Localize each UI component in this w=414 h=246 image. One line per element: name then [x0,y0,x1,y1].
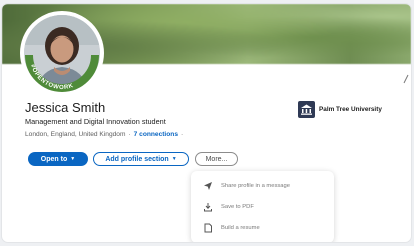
open-to-button[interactable]: Open to ▼ [28,152,88,166]
connections-link[interactable]: 7 connections [134,131,178,138]
profile-headline: Management and Digital Innovation studen… [25,117,166,126]
caret-down-icon: ▼ [171,156,177,162]
add-profile-section-label: Add profile section [105,155,169,163]
menu-item-label: Save to PDF [221,204,254,210]
education-entry[interactable]: Palm Tree University [298,101,382,118]
separator-dot: · [128,131,131,138]
menu-item-label: Share profile in a message [221,183,290,189]
menu-item-build-resume[interactable]: Build a resume [191,219,334,237]
university-logo-icon [298,101,315,118]
open-to-label: Open to [40,155,68,163]
more-dropdown-menu: Share profile in a message Save to PDF B… [191,171,334,242]
profile-location: London, England, United Kingdom [25,131,126,138]
menu-item-label: Build a resume [221,225,260,231]
edit-intro-icon[interactable] [403,74,409,87]
document-icon [201,223,215,233]
menu-item-save-to-pdf[interactable]: Save to PDF [191,198,334,216]
add-profile-section-button[interactable]: Add profile section ▼ [93,152,189,166]
open-to-work-frame: #OPENTOWORK [25,54,99,92]
menu-item-share-profile[interactable]: Share profile in a message [191,177,334,195]
profile-name: Jessica Smith [25,100,106,115]
caret-down-icon: ▼ [70,156,76,162]
open-to-work-badge: #OPENTOWORK [29,64,74,91]
send-icon [201,181,215,191]
svg-text:#OPENTOWORK: #OPENTOWORK [29,64,74,91]
more-button[interactable]: More... [195,152,238,166]
university-name: Palm Tree University [319,106,382,113]
separator-dot: · [181,131,184,138]
more-label: More... [205,155,228,163]
download-icon [201,202,215,212]
profile-card: #OPENTOWORK Jessica Smith Management and… [2,4,411,242]
profile-location-line: London, England, United Kingdom · 7 connec… [25,131,186,138]
